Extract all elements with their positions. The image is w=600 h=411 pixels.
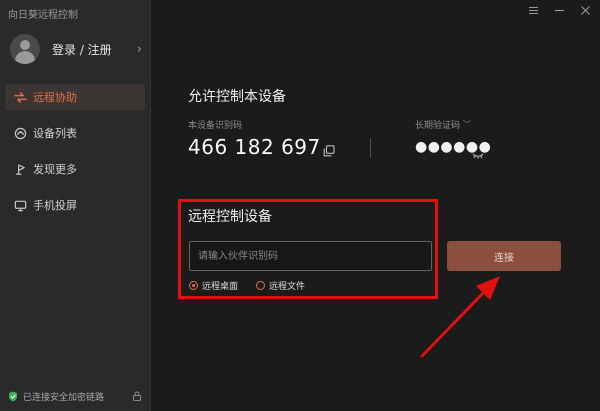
chevron-down-icon: ﹀ [463, 120, 472, 129]
sidebar-item-label: 设备列表 [33, 127, 77, 140]
chevron-right-icon: › [136, 41, 142, 57]
remote-assist-icon [13, 90, 27, 104]
radio-label: 远程桌面 [202, 282, 239, 292]
remote-control-title: 远程控制设备 [188, 209, 272, 225]
sidebar-item-device-list[interactable]: 设备列表 [5, 120, 145, 146]
annotation-arrow-icon [420, 276, 500, 358]
screen-cast-icon [13, 198, 27, 212]
radio-checked-icon [189, 281, 198, 290]
app-title: 向日葵远程控制 [8, 10, 78, 21]
sidebar: 向日葵远程控制 登录 / 注册 › 远程协助 设备列表 发现更多 手机投屏 已连… [0, 0, 151, 411]
divider [370, 138, 371, 158]
discover-icon [13, 162, 27, 176]
partner-id-input[interactable] [189, 241, 432, 271]
copy-icon[interactable] [323, 142, 335, 157]
radio-remote-file[interactable]: 远程文件 [256, 279, 305, 292]
login-register-button[interactable]: 登录 / 注册 › [10, 34, 142, 64]
sidebar-nav: 远程协助 设备列表 发现更多 手机投屏 [5, 84, 145, 228]
shield-check-icon [8, 391, 18, 402]
close-icon[interactable] [578, 3, 592, 17]
window-controls [526, 3, 592, 17]
radio-label: 远程文件 [269, 282, 306, 292]
sidebar-item-discover-more[interactable]: 发现更多 [5, 156, 145, 182]
password-type-dropdown[interactable]: 长期验证码 ﹀ [415, 118, 471, 131]
login-register-label: 登录 / 注册 [52, 42, 112, 57]
sidebar-item-screen-cast[interactable]: 手机投屏 [5, 192, 145, 218]
sidebar-item-label: 发现更多 [33, 163, 77, 176]
connection-status-text: 已连接安全加密链路 [23, 392, 105, 403]
allow-control-title: 允许控制本设备 [188, 89, 286, 105]
radio-unchecked-icon [256, 281, 265, 290]
connect-button[interactable]: 连接 [447, 241, 561, 271]
avatar [10, 34, 40, 64]
sidebar-item-label: 远程协助 [33, 91, 77, 104]
device-list-icon [13, 126, 27, 140]
minimize-icon[interactable] [552, 3, 566, 17]
sidebar-item-remote-assist[interactable]: 远程协助 [5, 84, 145, 110]
password-label: 长期验证码 [415, 121, 461, 131]
lock-icon[interactable] [132, 391, 142, 401]
menu-icon[interactable] [526, 3, 540, 17]
radio-remote-desktop[interactable]: 远程桌面 [189, 279, 238, 292]
connection-status: 已连接安全加密链路 [8, 389, 142, 403]
eye-closed-icon[interactable] [472, 145, 484, 159]
sidebar-item-label: 手机投屏 [33, 199, 77, 212]
app-window: 向日葵远程控制 登录 / 注册 › 远程协助 设备列表 发现更多 手机投屏 已连… [0, 0, 600, 411]
device-id-value: 466 182 697 [188, 135, 321, 159]
device-id-label: 本设备识别码 [188, 121, 243, 131]
